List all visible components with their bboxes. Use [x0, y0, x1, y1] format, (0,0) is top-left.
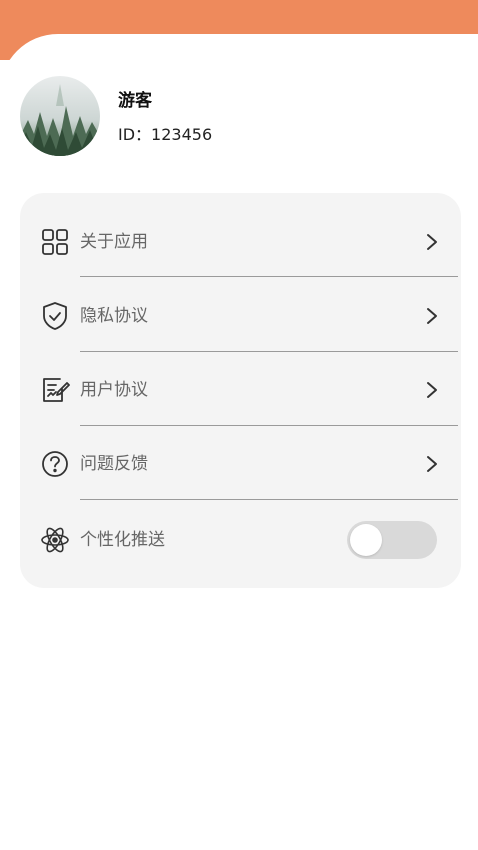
chevron-right-icon [422, 230, 442, 254]
shield-icon [40, 301, 70, 331]
menu-item-feedback[interactable]: 问题反馈 [20, 436, 461, 492]
push-toggle[interactable] [347, 521, 437, 559]
divider [80, 425, 458, 426]
divider [80, 351, 458, 352]
menu-item-privacy[interactable]: 隐私协议 [20, 288, 461, 344]
menu-item-user-agreement[interactable]: 用户协议 [20, 362, 461, 418]
atom-icon [40, 525, 70, 555]
menu-item-label: 个性化推送 [80, 530, 165, 550]
avatar[interactable] [20, 76, 100, 156]
chevron-right-icon [422, 304, 442, 328]
settings-card: 关于应用 隐私协议 用户协议 问题反馈 个性化推送 [20, 193, 461, 588]
divider [80, 276, 458, 277]
menu-item-label: 问题反馈 [80, 454, 148, 474]
user-id: ID：123456 [118, 125, 213, 144]
document-edit-icon [40, 375, 70, 405]
menu-item-label: 用户协议 [80, 380, 148, 400]
grid-icon [40, 227, 70, 257]
chevron-right-icon [422, 452, 442, 476]
chevron-right-icon [422, 378, 442, 402]
menu-item-about[interactable]: 关于应用 [20, 214, 461, 270]
question-icon [40, 449, 70, 479]
toggle-knob [350, 524, 382, 556]
menu-item-label: 关于应用 [80, 232, 148, 252]
divider [80, 499, 458, 500]
menu-item-label: 隐私协议 [80, 306, 148, 326]
user-name: 游客 [118, 91, 152, 111]
